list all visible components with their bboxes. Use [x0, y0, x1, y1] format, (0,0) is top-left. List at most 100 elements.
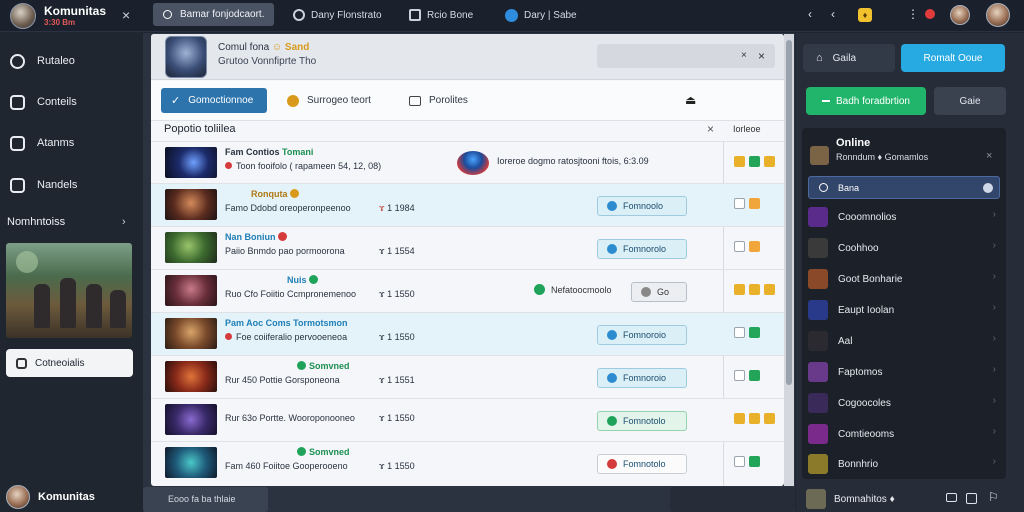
sidebar-item-nandels[interactable]: Nandels: [10, 175, 77, 195]
brand-avatar: [10, 3, 36, 29]
online-user[interactable]: Comtieooms ›: [808, 422, 1000, 446]
chevron-right-icon: ›: [992, 209, 996, 220]
reaction-icon[interactable]: [764, 156, 775, 167]
checkbox-icon[interactable]: [734, 327, 745, 338]
user-avatar[interactable]: [950, 5, 970, 25]
reaction-icon[interactable]: [734, 156, 745, 167]
online-user[interactable]: Cooomnolios ›: [808, 205, 1000, 229]
reaction-icon[interactable]: [734, 413, 745, 424]
checkbox-icon[interactable]: [734, 241, 745, 252]
online-user[interactable]: Faptomos ›: [808, 360, 1000, 384]
tab-gomoctionnoe[interactable]: ✓ Gomoctionnoe: [161, 88, 267, 113]
clear-icon[interactable]: [983, 183, 993, 193]
chevron-right-icon[interactable]: ›: [122, 216, 126, 228]
reaction-icon[interactable]: [734, 284, 745, 295]
header-input[interactable]: [597, 44, 775, 68]
table-row[interactable]: Fam Contios Tomani Toon fooifolo ( rapam…: [151, 141, 784, 184]
back-icon[interactable]: ‹: [808, 7, 812, 21]
sidebar-profile[interactable]: Komunitas: [6, 485, 95, 509]
coin-icon[interactable]: ♦: [858, 8, 872, 22]
notification-icon[interactable]: [925, 9, 935, 19]
primary-button[interactable]: Romalt Ooue: [901, 44, 1005, 72]
bottom-search-input[interactable]: Eooo fa ba thlaie: [143, 487, 268, 512]
group-avatar[interactable]: [165, 36, 207, 78]
online-user[interactable]: Goot Bonharie ›: [808, 267, 1000, 291]
online-user[interactable]: Coohhoo ›: [808, 236, 1000, 260]
sidebar-item-conteils[interactable]: Conteils: [10, 92, 77, 112]
message-icon[interactable]: [946, 493, 957, 502]
row-title: Nuis: [287, 275, 321, 285]
table-row[interactable]: Somvned Fam 460 Foiitoe Gooperooeno ɤ 1 …: [151, 441, 784, 484]
reaction-icon[interactable]: [749, 370, 760, 381]
footer-name[interactable]: Bomnahitos ♦: [834, 494, 895, 505]
table-row[interactable]: Somvned Rur 450 Pottie Gorsponeona ɤ 1 1…: [151, 355, 784, 398]
online-user[interactable]: Cogoocoles ›: [808, 391, 1000, 415]
online-user[interactable]: Bonnhrio ›: [808, 452, 1000, 476]
row-action-button[interactable]: Fomnotolo: [597, 454, 687, 474]
row-action-button[interactable]: Fomnoroio: [597, 368, 687, 388]
online-user[interactable]: Aal ›: [808, 329, 1000, 353]
check-icon: [534, 284, 545, 295]
window-icon[interactable]: [966, 493, 977, 504]
table-row[interactable]: Ronquta Famo Ddobd oreoperonpeenoo ɤ 1 1…: [151, 183, 784, 226]
top-item-2[interactable]: Rcio Bone: [409, 6, 473, 24]
close-icon[interactable]: ×: [758, 49, 765, 63]
tab-surrogeo[interactable]: Surrogeo teort: [277, 88, 381, 113]
user-name: Cogoocoles: [838, 397, 891, 409]
chat-icon: [10, 53, 25, 69]
reaction-icon[interactable]: [749, 413, 760, 424]
reaction-icon[interactable]: [749, 198, 760, 209]
reaction-icon[interactable]: [749, 156, 760, 167]
row-action-button[interactable]: Fomnotolo: [597, 411, 687, 431]
row-number: ɤ 1 1550: [379, 289, 415, 299]
top-search-input[interactable]: Bamar fonjodcaort.: [153, 3, 274, 26]
reaction-icon[interactable]: [749, 241, 760, 252]
check-icon: [607, 244, 617, 254]
scrollbar-thumb[interactable]: [786, 40, 792, 385]
top-item-1[interactable]: Dany Flonstrato: [293, 6, 382, 24]
reaction-icon[interactable]: [749, 456, 760, 467]
row-status: Nefatoocmoolo: [534, 284, 612, 295]
online-user[interactable]: Eaupt Ioolan ›: [808, 298, 1000, 322]
tab-label: Surrogeo teort: [307, 95, 371, 106]
more-icon[interactable]: ⋮: [907, 7, 919, 21]
checkbox-icon[interactable]: [734, 370, 745, 381]
checkbox-icon[interactable]: [734, 456, 745, 467]
close-icon[interactable]: ×: [122, 7, 130, 23]
community-button[interactable]: Cotneoialis: [6, 349, 133, 377]
row-action-button[interactable]: Fomnoroio: [597, 325, 687, 345]
secondary-button[interactable]: Gaie: [934, 87, 1006, 115]
table-row[interactable]: Nan Boniun Paiio Bnmdo pao pormoorona ɤ …: [151, 226, 784, 269]
tab-porolites[interactable]: Porolites: [399, 88, 478, 113]
table-row[interactable]: Rur 63o Portte. Wooroponooneo ɤ 1 1550 F…: [151, 398, 784, 441]
community-banner-image[interactable]: [6, 243, 132, 338]
row-action-button[interactable]: Go: [631, 282, 687, 302]
reaction-icon[interactable]: [749, 284, 760, 295]
pin-icon[interactable]: ⏏: [685, 93, 696, 107]
top-item-3[interactable]: Dary | Sabe: [505, 6, 577, 24]
checkbox-icon[interactable]: [734, 198, 745, 209]
mail-icon: [409, 95, 421, 106]
back-icon[interactable]: ‹: [831, 7, 835, 21]
reaction-icon[interactable]: [749, 327, 760, 338]
sidebar-item-atanms[interactable]: Atanms: [10, 133, 74, 153]
close-icon[interactable]: ×: [986, 150, 992, 162]
online-search-input[interactable]: Bana: [808, 176, 1000, 199]
green-action-button[interactable]: Badh foradbrtion: [806, 87, 926, 115]
reaction-icon[interactable]: [764, 413, 775, 424]
table-row[interactable]: Nuis Ruo Cfo Foiitio Ccmpronemenoo ɤ 1 1…: [151, 269, 784, 312]
reaction-icon[interactable]: [764, 284, 775, 295]
app-brand[interactable]: Komunitas 3:30 Bm: [10, 3, 140, 29]
row-actions: [734, 156, 775, 167]
row-action-button[interactable]: Fomnoolo: [597, 196, 687, 216]
close-icon[interactable]: ×: [741, 50, 747, 61]
close-icon[interactable]: ×: [707, 122, 714, 136]
flag-icon[interactable]: ⚐: [988, 490, 999, 504]
avatar: [806, 489, 826, 509]
sidebar-item-rutaleo[interactable]: Rutaleo: [10, 51, 75, 71]
gaila-button[interactable]: ⌂ Gaila: [803, 44, 895, 72]
profile-avatar[interactable]: [986, 3, 1010, 27]
row-action-button[interactable]: Fomnorolo: [597, 239, 687, 259]
table-row[interactable]: Pam Aoc Coms Tormotsmon Foe coiiferalio …: [151, 312, 784, 355]
row-thumbnail: [165, 318, 217, 349]
